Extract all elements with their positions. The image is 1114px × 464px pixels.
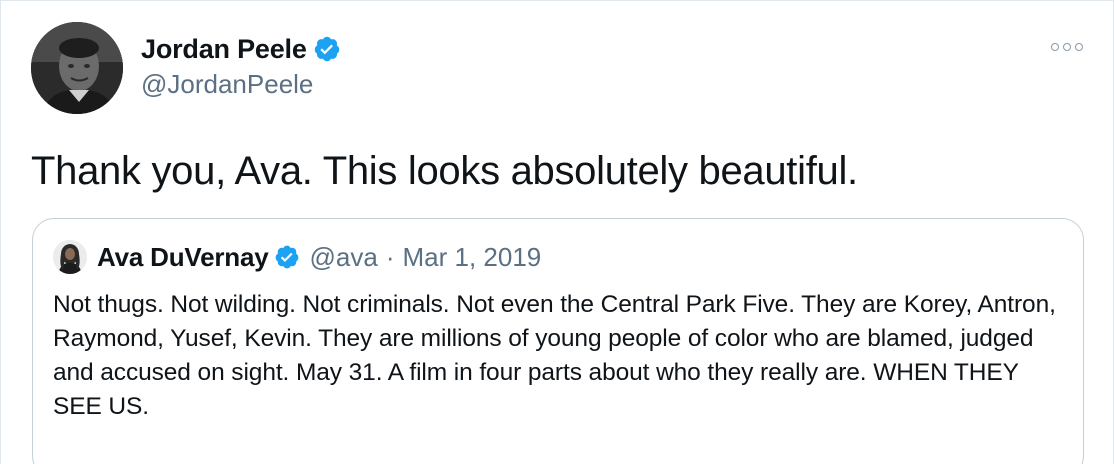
tweet-card: Jordan Peele @JordanPeele Thank you, Ava… <box>0 0 1114 464</box>
dot-icon <box>1063 43 1071 51</box>
quoted-avatar-image <box>53 240 87 274</box>
quoted-author-avatar <box>53 240 87 274</box>
verified-badge-icon <box>275 245 298 269</box>
tweet-text: Thank you, Ava. This looks absolutely be… <box>31 149 858 193</box>
author-name-row: Jordan Peele <box>141 31 341 67</box>
quoted-tweet-date[interactable]: Mar 1, 2019 <box>403 242 542 273</box>
dot-icon <box>1051 43 1059 51</box>
quoted-tweet[interactable]: Ava DuVernay @ava · Mar 1, 2019 Not thug… <box>32 218 1084 464</box>
quoted-tweet-text: Not thugs. Not wilding. Not criminals. N… <box>53 291 1056 420</box>
dot-icon <box>1075 43 1083 51</box>
quoted-tweet-header: Ava DuVernay @ava · Mar 1, 2019 <box>53 239 541 275</box>
author-display-name[interactable]: Jordan Peele <box>141 34 307 65</box>
verified-badge-icon <box>314 36 339 62</box>
separator-dot: · <box>385 241 395 272</box>
author-handle[interactable]: @JordanPeele <box>141 69 341 100</box>
quoted-author-display-name[interactable]: Ava DuVernay <box>97 242 269 273</box>
author-info: Jordan Peele @JordanPeele <box>141 31 341 100</box>
more-options-icon[interactable] <box>1051 37 1083 57</box>
author-avatar[interactable] <box>31 22 123 114</box>
avatar-image <box>31 22 123 114</box>
quoted-author-handle[interactable]: @ava <box>310 242 378 273</box>
